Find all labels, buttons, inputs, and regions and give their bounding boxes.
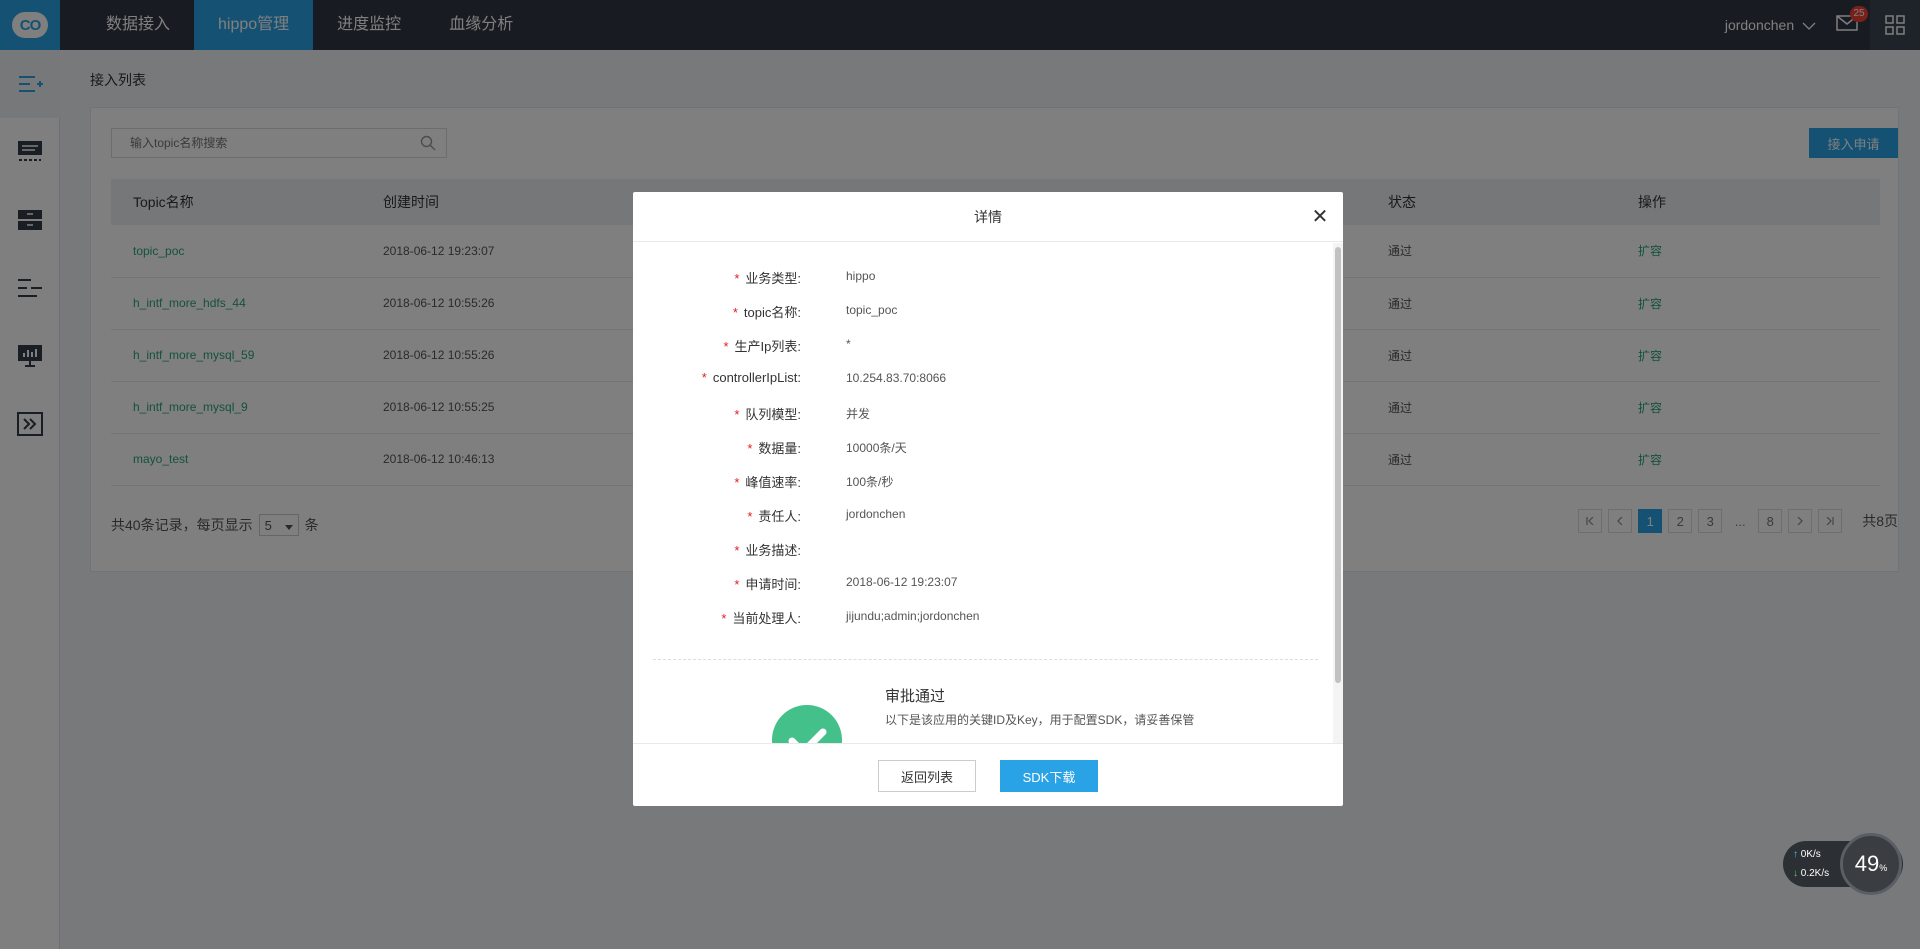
close-icon[interactable]: ✕ [1311, 207, 1329, 227]
field-queue-model: * 队列模型: 并发 [734, 407, 871, 422]
field-value: hippo [846, 269, 876, 283]
field-apply-time: * 申请时间: 2018-06-12 19:23:07 [734, 575, 958, 592]
usage-percent-unit: % [1879, 863, 1888, 873]
field-value: 2018-06-12 19:23:07 [846, 575, 958, 589]
modal-scrollbar[interactable] [1333, 243, 1343, 743]
arrow-up-icon: ↑ [1793, 849, 1798, 860]
field-label: topic名称: [743, 305, 801, 320]
field-label: 数据量: [758, 441, 801, 456]
modal-footer: 返回列表 SDK下载 [633, 743, 1343, 806]
field-label: 责任人: [758, 509, 801, 524]
field-value: 并发 [846, 407, 871, 421]
usage-percent-circle[interactable]: 49% [1840, 833, 1902, 895]
sdk-download-button[interactable]: SDK下载 [1000, 760, 1098, 792]
field-peak-rate: * 峰值速率: 100条/秒 [734, 475, 894, 490]
field-topic-name: * topic名称: topic_poc [732, 303, 898, 320]
section-divider [653, 659, 1318, 660]
download-speed: ↓ 0.2K/s [1793, 868, 1830, 879]
back-to-list-button[interactable]: 返回列表 [878, 760, 976, 792]
field-label: 队列模型: [745, 407, 801, 422]
field-label: 生产Ip列表: [734, 339, 801, 354]
field-value: jordonchen [846, 507, 906, 521]
field-label: 业务描述: [745, 543, 801, 558]
field-label: 峰值速率: [745, 475, 801, 490]
field-label: controllerIpList: [712, 370, 801, 385]
field-label: 当前处理人: [732, 611, 801, 626]
field-value: 10.254.83.70:8066 [846, 371, 947, 385]
modal-header: 详情 ✕ [633, 192, 1343, 242]
field-label: 业务类型: [745, 271, 801, 286]
field-value: 100条/秒 [846, 475, 894, 489]
field-controller-ip-list: * controllerIpList: 10.254.83.70:8066 [701, 370, 947, 385]
approval-status-title: 审批通过 [885, 688, 946, 705]
field-owner: * 责任人: jordonchen [747, 507, 906, 524]
scrollbar-thumb[interactable] [1335, 247, 1341, 683]
checkmark-circle-icon [772, 705, 842, 743]
field-value: jijundu;admin;jordonchen [846, 609, 980, 623]
modal-title: 详情 [974, 209, 1002, 225]
field-value: topic_poc [846, 303, 898, 317]
modal-body: * 业务类型: hippo * topic名称: topic_poc * 生产Ip列表… [633, 243, 1343, 743]
field-current-handler: * 当前处理人: jijundu;admin;jordonchen [721, 609, 980, 626]
field-data-volume: * 数据量: 10000条/天 [747, 441, 907, 456]
field-label: 申请时间: [745, 577, 801, 592]
approval-status-description: 以下是该应用的关键ID及Key，用于配置SDK，请妥善保管 [885, 713, 1195, 727]
field-producer-ip-list: * 生产Ip列表: * [723, 337, 851, 354]
field-business-type: * 业务类型: hippo [734, 269, 876, 286]
field-value: * [846, 337, 851, 351]
arrow-down-icon: ↓ [1793, 868, 1798, 879]
upload-speed: ↑ 0K/s [1793, 849, 1821, 860]
usage-percent-value: 49 [1854, 851, 1880, 876]
field-description: * 业务描述: [734, 543, 801, 558]
detail-modal: 详情 ✕ * 业务类型: hippo * topic名称: topic_poc * 生… [633, 192, 1343, 806]
field-value: 10000条/天 [846, 441, 907, 455]
